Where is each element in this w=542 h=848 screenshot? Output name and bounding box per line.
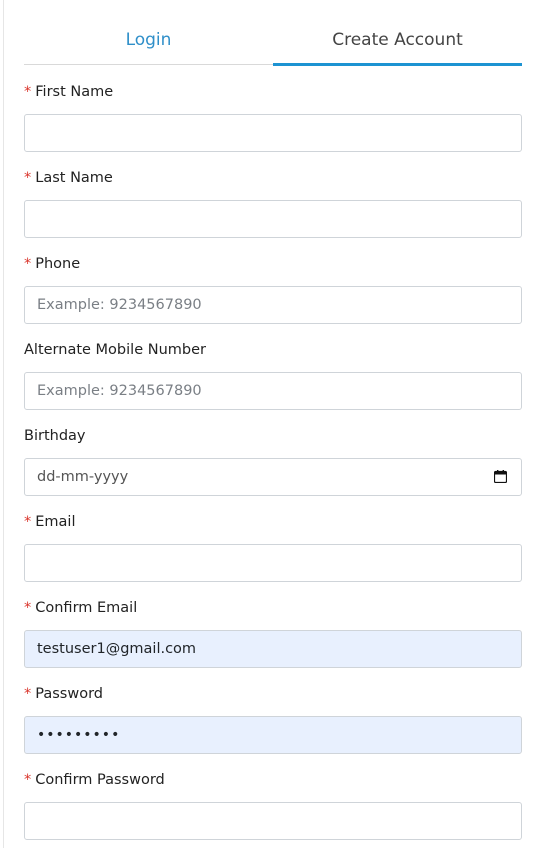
birthday-input[interactable]: dd-mm-yyyy [24, 458, 522, 496]
tab-login[interactable]: Login [24, 20, 273, 64]
confirm-password-field: * Confirm Password [24, 770, 522, 840]
phone-label: * Phone [24, 256, 81, 272]
required-mark: * [24, 772, 32, 788]
birthday-label: Birthday [24, 428, 86, 444]
password-input[interactable]: ••••••••• [24, 716, 522, 754]
birthday-field: Birthday dd-mm-yyyy [24, 426, 522, 496]
calendar-icon[interactable] [494, 470, 507, 483]
confirm-password-label: * Confirm Password [24, 772, 165, 788]
required-mark: * [24, 686, 32, 702]
confirm-email-field: * Confirm Email testuser1@gmail.com [24, 598, 522, 668]
confirm-email-input[interactable]: testuser1@gmail.com [24, 630, 522, 668]
tab-create-account[interactable]: Create Account [273, 20, 522, 66]
last-name-label: * Last Name [24, 170, 113, 186]
auth-tabs: Login Create Account [24, 20, 522, 66]
required-mark: * [24, 170, 32, 186]
required-mark: * [24, 600, 32, 616]
alternate-mobile-label: Alternate Mobile Number [24, 342, 206, 358]
confirm-password-input[interactable] [24, 802, 522, 840]
email-field: * Email [24, 512, 522, 582]
password-label: * Password [24, 686, 103, 702]
first-name-label: * First Name [24, 84, 114, 100]
phone-input[interactable]: Example: 9234567890 [24, 286, 522, 324]
required-mark: * [24, 514, 32, 530]
email-input[interactable] [24, 544, 522, 582]
left-border [3, 0, 4, 848]
last-name-field: * Last Name [24, 168, 522, 238]
password-field: * Password ••••••••• [24, 684, 522, 754]
email-label: * Email [24, 514, 76, 530]
confirm-email-label: * Confirm Email [24, 600, 138, 616]
required-mark: * [24, 84, 32, 100]
last-name-input[interactable] [24, 200, 522, 238]
birthday-placeholder: dd-mm-yyyy [37, 469, 129, 485]
phone-field: * Phone Example: 9234567890 [24, 254, 522, 324]
alternate-mobile-field: Alternate Mobile Number Example: 9234567… [24, 340, 522, 410]
alternate-mobile-input[interactable]: Example: 9234567890 [24, 372, 522, 410]
first-name-input[interactable] [24, 114, 522, 152]
first-name-field: * First Name [24, 82, 522, 152]
required-mark: * [24, 256, 32, 272]
